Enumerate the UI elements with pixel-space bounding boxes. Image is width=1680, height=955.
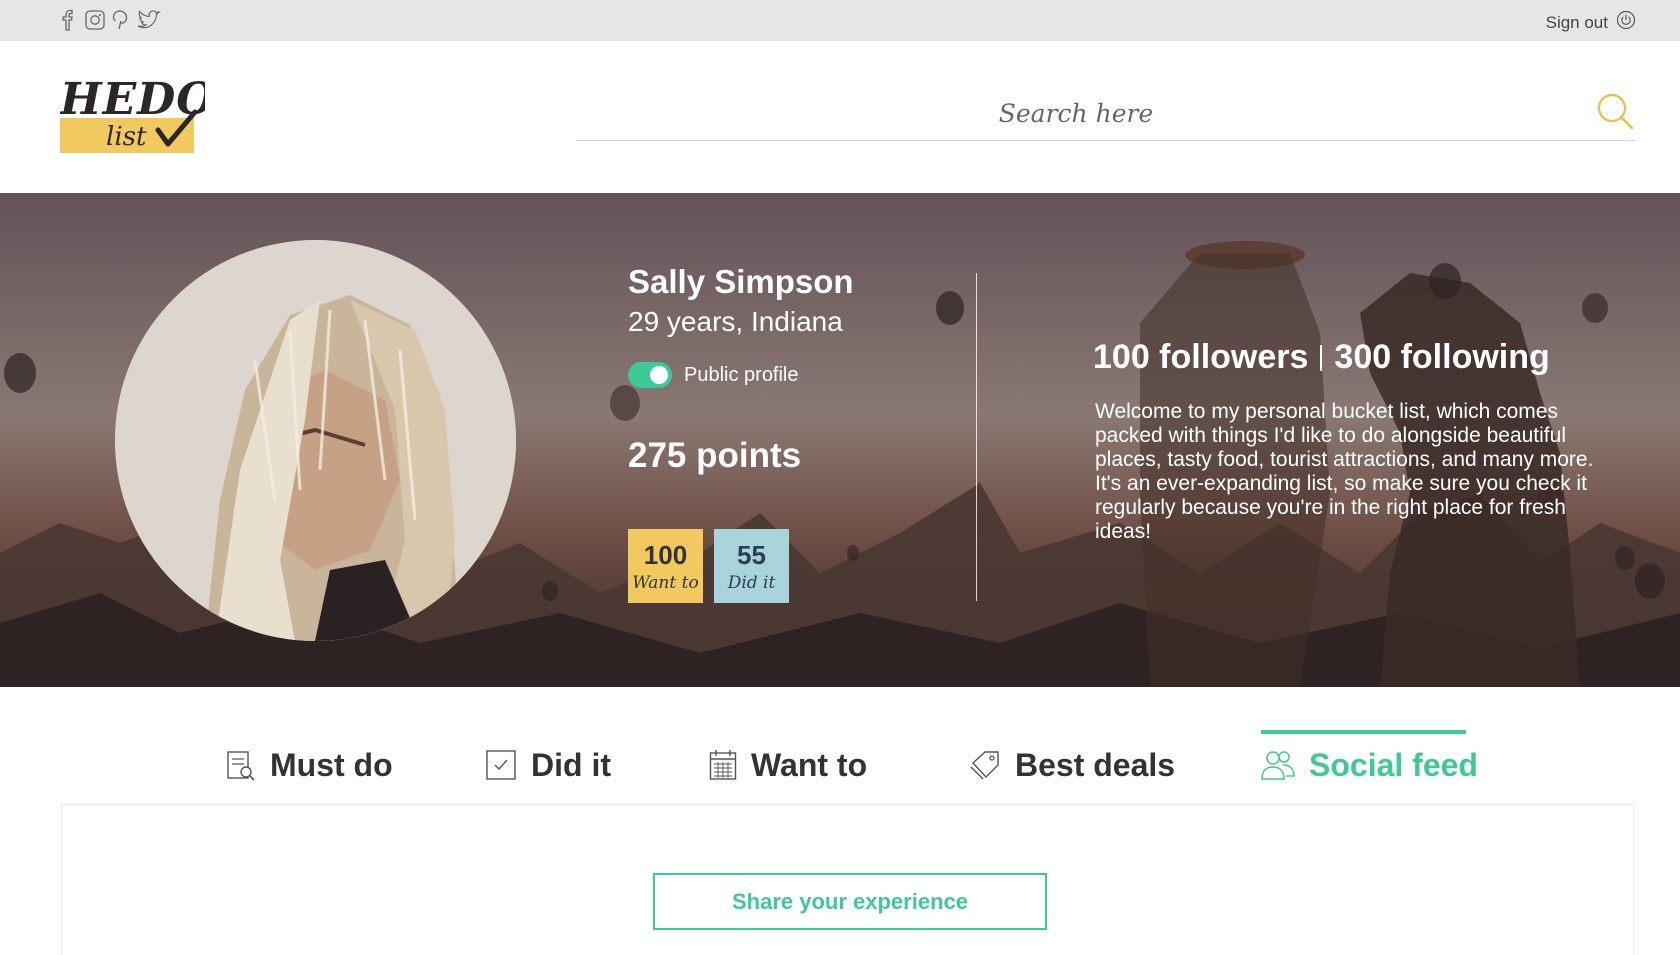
svg-text:HEDO: HEDO <box>60 78 205 125</box>
profile-hero: Sally Simpson 29 years, Indiana Public p… <box>0 193 1680 687</box>
tab-want-to-label: Want to <box>751 746 868 783</box>
top-bar: Sign out <box>0 0 1680 41</box>
svg-text:list: list <box>106 122 147 152</box>
follow-separator <box>1320 344 1323 371</box>
profile-tabs: Must do Did it Want to Best deals Social… <box>0 730 1680 806</box>
profile-avatar[interactable] <box>115 240 516 641</box>
tab-best-deals[interactable]: Best deals <box>969 730 1175 800</box>
tab-did-it[interactable]: Did it <box>485 730 611 800</box>
active-tab-indicator <box>1261 730 1466 734</box>
tab-must-do-label: Must do <box>270 746 393 783</box>
tab-did-it-label: Did it <box>531 746 611 783</box>
hero-divider <box>976 273 977 601</box>
did-it-count: 55 <box>737 540 766 570</box>
sign-out-label: Sign out <box>1545 12 1608 32</box>
share-experience-button[interactable]: Share your experience <box>653 873 1047 930</box>
calendar-icon <box>709 750 737 780</box>
did-it-count-badge[interactable]: 55 Did it <box>714 529 789 603</box>
tab-social-feed-label: Social feed <box>1309 746 1478 783</box>
want-to-count: 100 <box>643 540 688 570</box>
followers-link[interactable]: 100 followers <box>1093 338 1308 377</box>
users-icon <box>1261 751 1295 780</box>
facebook-icon[interactable] <box>58 9 78 31</box>
social-links <box>58 9 162 31</box>
public-profile-toggle[interactable] <box>628 362 672 388</box>
tab-want-to[interactable]: Want to <box>709 730 867 800</box>
search-icon[interactable] <box>1596 92 1636 132</box>
want-to-label: Want to <box>632 573 699 593</box>
profile-points: 275 points <box>628 436 802 475</box>
checkbox-icon <box>486 750 516 780</box>
pinterest-icon[interactable] <box>110 9 130 31</box>
profile-bio: Welcome to my personal bucket list, whic… <box>1095 400 1594 543</box>
tab-best-deals-label: Best deals <box>1015 746 1176 783</box>
public-profile-label: Public profile <box>684 364 799 386</box>
follow-stats: 100 followers 300 following <box>1093 338 1550 377</box>
profile-age-location: 29 years, Indiana <box>628 306 843 337</box>
want-to-count-badge[interactable]: 100 Want to <box>628 529 703 603</box>
following-link[interactable]: 300 following <box>1334 338 1549 377</box>
profile-name: Sally Simpson <box>628 263 854 300</box>
tab-social-feed[interactable]: Social feed <box>1261 730 1478 800</box>
checklist-icon <box>227 751 255 781</box>
search-bar <box>576 86 1636 141</box>
hedo-list-logo[interactable]: HEDO list <box>58 74 215 158</box>
power-icon <box>1616 10 1636 35</box>
toggle-knob <box>650 366 668 384</box>
tag-icon <box>970 751 999 780</box>
twitter-icon[interactable] <box>136 9 162 31</box>
instagram-icon[interactable] <box>84 9 105 31</box>
tab-must-do[interactable]: Must do <box>226 730 393 800</box>
sign-out-link[interactable]: Sign out <box>1546 10 1636 35</box>
search-input[interactable] <box>576 86 1576 140</box>
did-it-label: Did it <box>727 573 776 593</box>
